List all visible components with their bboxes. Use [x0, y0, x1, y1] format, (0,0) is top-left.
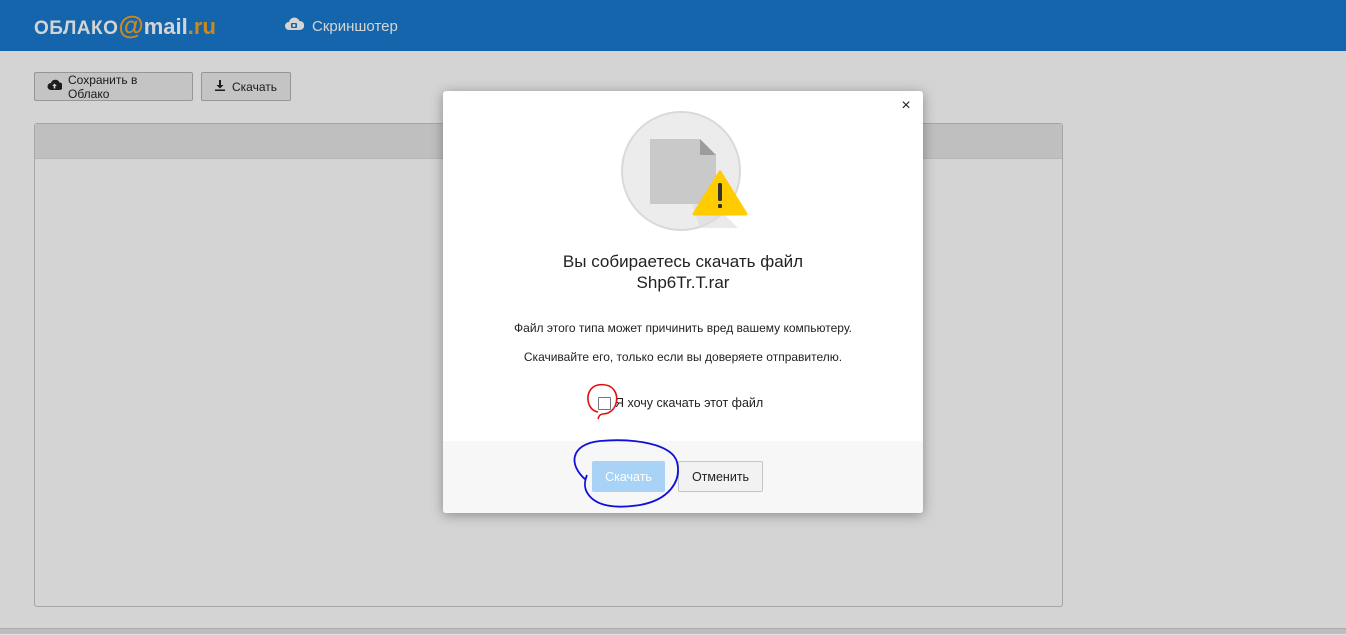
confirm-download-checkbox[interactable]: [598, 396, 611, 410]
close-icon[interactable]: ×: [898, 98, 914, 114]
file-warning-illustration: [620, 110, 748, 238]
dialog-title: Вы собираетесь скачать файл Shp6Tr.T.rar: [443, 251, 923, 293]
confirm-download-row[interactable]: Я хочу скачать этот файл: [598, 396, 763, 410]
file-name: Shp6Tr.T.rar: [636, 273, 730, 292]
confirm-download-label[interactable]: Я хочу скачать этот файл: [615, 396, 763, 410]
dialog-footer: Скачать Отменить: [443, 441, 923, 513]
dialog-title-line1: Вы собираетесь скачать файл: [562, 252, 804, 271]
download-warning-dialog: × Вы собираетесь скачать файл Shp6Tr.T.r…: [443, 91, 923, 513]
trust-message: Скачивайте его, только если вы доверяете…: [523, 350, 843, 364]
cancel-button[interactable]: Отменить: [678, 461, 763, 492]
warning-message: Файл этого типа может причинить вред ваш…: [514, 321, 852, 335]
confirm-download-button[interactable]: Скачать: [592, 461, 665, 492]
